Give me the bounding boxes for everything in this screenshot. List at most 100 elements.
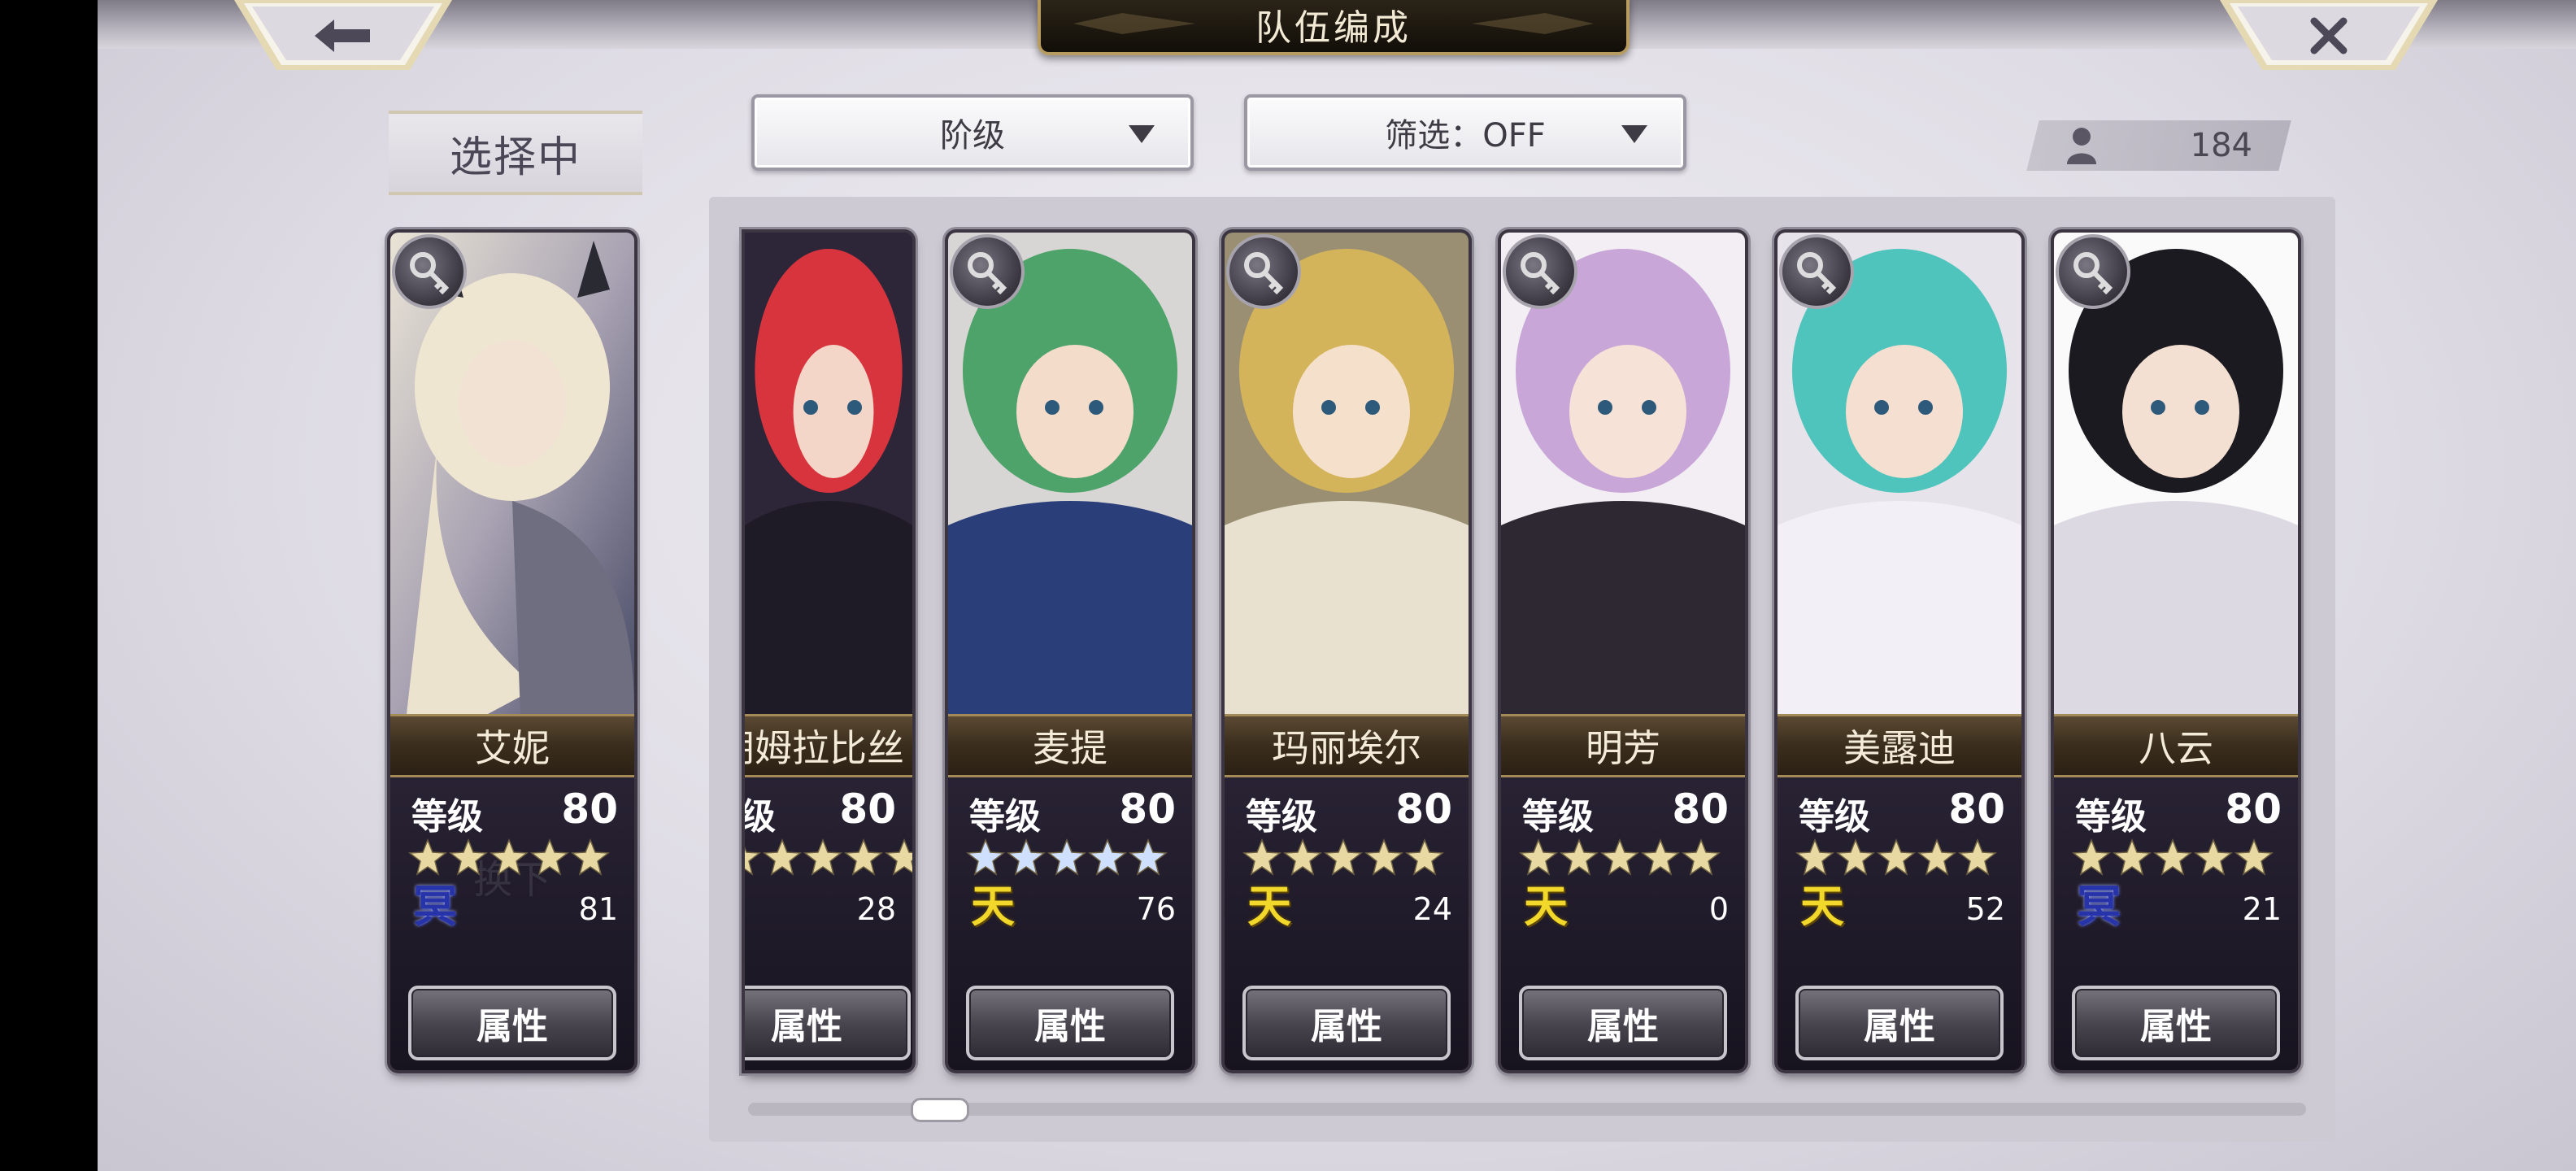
- team-formation-screen: 队伍编成 选择中 阶级 筛选：OFF 184 艾妮 等级 80 冥 81 属性 …: [98, 0, 2576, 1171]
- selecting-label: 选择中: [389, 111, 642, 195]
- star-icon: [2072, 838, 2111, 876]
- attribute-button[interactable]: 属性: [1795, 986, 2004, 1060]
- unit-name: 美露迪: [1778, 714, 2021, 777]
- unit-name: 明芳: [1501, 714, 1745, 777]
- rarity-stars: [1795, 838, 1997, 877]
- key-icon: [950, 234, 1025, 309]
- key-icon: [1779, 234, 1854, 309]
- realm-icon: 天: [971, 881, 1015, 932]
- realm-value: 21: [2242, 891, 2282, 927]
- star-icon: [490, 838, 529, 876]
- realm-icon: 冥: [2077, 881, 2121, 932]
- level-label: 等级: [411, 796, 483, 838]
- star-icon: [1047, 838, 1086, 876]
- attribute-button[interactable]: 属性: [1242, 986, 1451, 1060]
- unit-card[interactable]: 玛丽埃尔 等级 80 天 24 属性: [1225, 233, 1469, 1070]
- level-label: 等级: [2075, 796, 2147, 838]
- star-icon: [763, 838, 802, 876]
- realm-value: 81: [578, 891, 618, 927]
- person-icon: [2067, 128, 2096, 164]
- sort-rank-dropdown[interactable]: 阶级: [751, 94, 1194, 171]
- level-label: 等级: [1522, 796, 1594, 838]
- star-icon: [1405, 838, 1444, 876]
- star-icon: [571, 838, 610, 876]
- back-button[interactable]: [234, 0, 452, 73]
- horizontal-scrollbar[interactable]: [748, 1103, 2306, 1116]
- rarity-stars: [966, 838, 1168, 877]
- close-icon: [2310, 17, 2348, 54]
- star-icon: [1600, 838, 1639, 876]
- attribute-button[interactable]: 属性: [408, 986, 616, 1060]
- scrollbar-thumb[interactable]: [911, 1098, 969, 1122]
- attribute-button[interactable]: 属性: [2072, 986, 2280, 1060]
- attribute-button[interactable]: 属性: [745, 986, 911, 1060]
- unit-stats: 等级 80 天 0 属性: [1501, 777, 1745, 1070]
- close-button[interactable]: [2220, 0, 2438, 73]
- star-icon: [1682, 838, 1721, 876]
- unit-card[interactable]: 明芳等级 80 天 0 属性: [1501, 233, 1745, 1070]
- unit-stats: 级 80 28 属性: [745, 777, 912, 1070]
- filter-label: 筛选：OFF: [1385, 117, 1546, 155]
- level-value: 80: [1672, 786, 1729, 833]
- key-icon: [392, 234, 467, 309]
- level-label: 等级: [1799, 796, 1870, 838]
- unit-name: 八云: [2054, 714, 2298, 777]
- sort-rank-label: 阶级: [940, 117, 1005, 155]
- level-label: 等级: [1246, 796, 1317, 838]
- star-icon: [530, 838, 569, 876]
- star-icon: [885, 838, 912, 876]
- realm-icon: 天: [1800, 881, 1844, 932]
- chevron-down-icon: [1621, 125, 1647, 143]
- attribute-button[interactable]: 属性: [1519, 986, 1727, 1060]
- page-title: 队伍编成: [1255, 7, 1412, 49]
- rarity-stars: [1242, 838, 1444, 877]
- unit-stats: 等级 80 冥 21 属性: [2054, 777, 2298, 1070]
- level-value: 80: [1119, 786, 1176, 833]
- star-icon: [2153, 838, 2192, 876]
- unit-name: 胡姆拉比丝: [745, 714, 912, 777]
- key-icon: [1503, 234, 1577, 309]
- realm-value: 28: [856, 891, 896, 927]
- filter-dropdown[interactable]: 筛选：OFF: [1244, 94, 1686, 171]
- star-icon: [1129, 838, 1168, 876]
- star-icon: [1283, 838, 1322, 876]
- rarity-stars: [408, 838, 610, 877]
- realm-value: 0: [1708, 891, 1729, 927]
- realm-icon: 天: [1524, 881, 1568, 932]
- star-icon: [1364, 838, 1403, 876]
- star-icon: [1958, 838, 1997, 876]
- level-value: 80: [1948, 786, 2005, 833]
- star-icon: [1560, 838, 1599, 876]
- unit-card[interactable]: 麦提 等级 80 天 76 属性: [948, 233, 1192, 1070]
- unit-portrait: [745, 233, 912, 714]
- star-icon: [1641, 838, 1680, 876]
- rarity-stars: [2072, 838, 2274, 877]
- realm-value: 24: [1412, 891, 1452, 927]
- unit-card[interactable]: 美露迪等级 80 天 52 属性: [1778, 233, 2021, 1070]
- level-value: 80: [839, 786, 896, 833]
- unit-name: 艾妮: [390, 714, 634, 777]
- unit-count: 184: [2033, 120, 2285, 171]
- attribute-button[interactable]: 属性: [966, 986, 1174, 1060]
- star-icon: [1836, 838, 1875, 876]
- selected-unit-card[interactable]: 换下 艾妮 等级 80 冥 81 属性: [390, 233, 634, 1070]
- realm-value: 52: [1965, 891, 2005, 927]
- star-icon: [1795, 838, 1834, 876]
- title-plate: 队伍编成: [1038, 0, 1630, 55]
- star-icon: [803, 838, 842, 876]
- star-icon: [449, 838, 488, 876]
- star-icon: [2113, 838, 2152, 876]
- star-icon: [1324, 838, 1363, 876]
- ornament-icon: [1472, 13, 1594, 34]
- unit-stats: 等级 80 冥 81 属性: [390, 777, 634, 1070]
- star-icon: [1519, 838, 1558, 876]
- unit-card[interactable]: 八云等级 80 冥 21 属性: [2054, 233, 2298, 1070]
- level-value: 80: [2225, 786, 2282, 833]
- back-arrow-icon: [315, 20, 370, 52]
- realm-icon: 冥: [413, 881, 457, 932]
- star-icon: [1917, 838, 1956, 876]
- star-icon: [1007, 838, 1046, 876]
- key-icon: [2056, 234, 2130, 309]
- unit-name: 麦提: [948, 714, 1192, 777]
- unit-card[interactable]: 胡姆拉比丝级 80 28 属性: [745, 233, 912, 1070]
